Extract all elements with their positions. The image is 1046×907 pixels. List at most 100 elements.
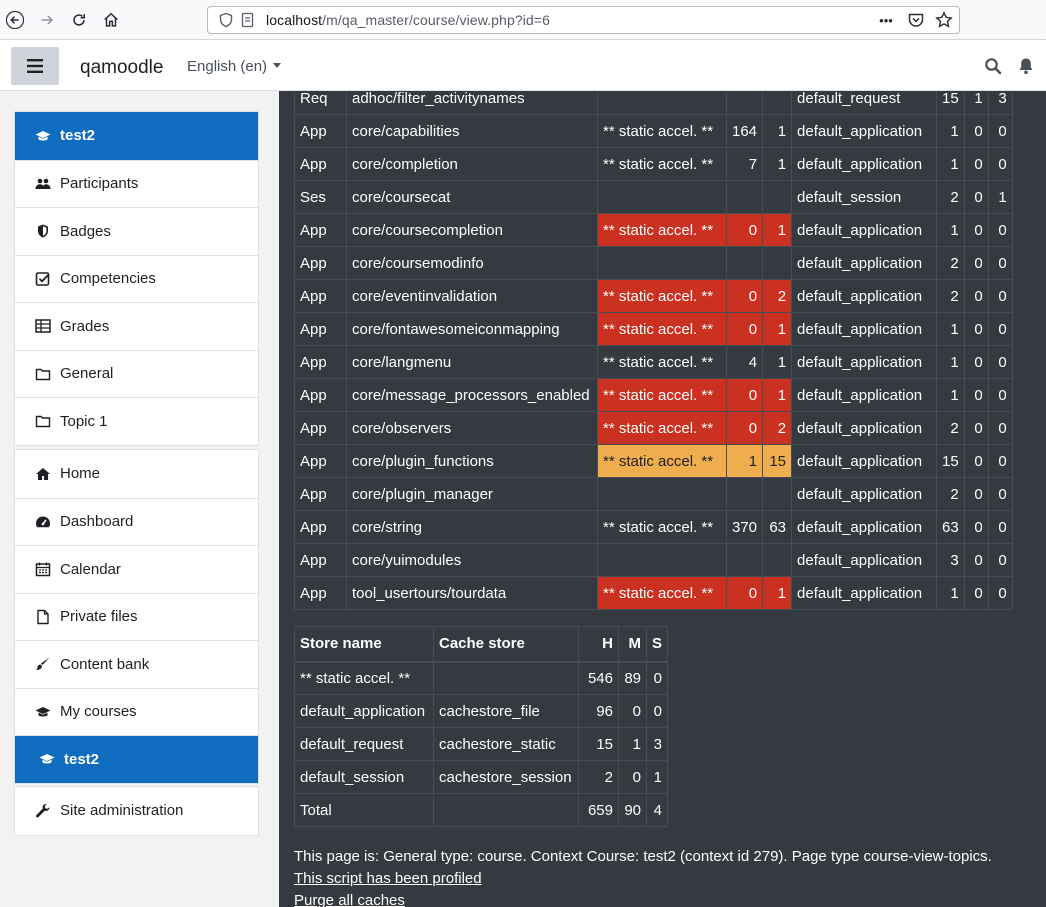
target-store-cell: default_request bbox=[791, 91, 938, 115]
store-misses-cell: 0 bbox=[963, 312, 989, 346]
bookmark-star-icon[interactable] bbox=[935, 11, 953, 29]
hits-cell bbox=[725, 543, 764, 577]
table-row: App core/completion ** static accel. ** 7 1 d… bbox=[294, 147, 1013, 181]
table-row: App core/message_processors_enabled ** sta… bbox=[294, 378, 1013, 412]
hits-cell: 164 bbox=[725, 114, 764, 148]
hits-cell: 546 bbox=[578, 661, 619, 695]
url-path: /m/qa_master/course/view.php?id=6 bbox=[322, 12, 550, 28]
folder-icon bbox=[35, 366, 51, 382]
sidebar-item-general[interactable]: General bbox=[15, 349, 258, 398]
hits-cell bbox=[725, 180, 764, 214]
sidebar-item-label: Participants bbox=[60, 175, 139, 193]
target-store-cell: default_application bbox=[791, 510, 938, 544]
sidebar-item-private-files[interactable]: Private files bbox=[15, 592, 258, 641]
store-cell: ** static accel. ** bbox=[597, 510, 727, 544]
table-icon bbox=[35, 318, 51, 334]
drawer-toggle-button[interactable] bbox=[11, 47, 59, 85]
hits-cell: 0 bbox=[725, 378, 764, 412]
sidebar-item-label: Private files bbox=[60, 608, 138, 626]
mode-cell: App bbox=[294, 345, 347, 379]
sidebar-item-label: Dashboard bbox=[60, 513, 134, 531]
sidebar-item-my-courses[interactable]: My courses bbox=[15, 687, 258, 736]
forward-arrow-icon bbox=[41, 15, 53, 25]
misses-cell: 90 bbox=[618, 793, 647, 827]
sidebar-item-site-administration[interactable]: Site administration bbox=[15, 787, 258, 835]
misses-cell: 0 bbox=[618, 694, 647, 728]
mode-cell: App bbox=[294, 378, 347, 412]
sidebar-item-participants[interactable]: Participants bbox=[15, 159, 258, 208]
folder-icon bbox=[35, 413, 51, 429]
definition-cell: tool_usertours/tourdata bbox=[346, 576, 598, 610]
definition-cell: core/eventinvalidation bbox=[346, 279, 598, 313]
store-hits-cell: 3 bbox=[936, 543, 965, 577]
forward-button[interactable] bbox=[33, 6, 61, 34]
purge-caches-link[interactable]: Purge all caches bbox=[294, 890, 992, 907]
main-content: Req adhoc/filter_activitynames default_req… bbox=[279, 91, 1046, 907]
cache-store-cell: cachestore_session bbox=[433, 760, 579, 794]
pocket-icon[interactable] bbox=[907, 11, 925, 29]
sidebar-item-grades[interactable]: Grades bbox=[15, 302, 258, 350]
table-row: Req adhoc/filter_activitynames default_req… bbox=[294, 91, 1013, 115]
misses-cell bbox=[762, 180, 793, 214]
mode-cell: App bbox=[294, 444, 347, 478]
language-label: English (en) bbox=[187, 58, 268, 75]
home-button[interactable] bbox=[97, 6, 125, 34]
hits-cell: 15 bbox=[578, 727, 619, 761]
target-store-cell: default_application bbox=[791, 444, 938, 478]
store-cell: ** static accel. ** bbox=[597, 114, 727, 148]
back-button[interactable] bbox=[1, 6, 29, 34]
target-store-cell: default_application bbox=[791, 576, 938, 610]
hits-cell bbox=[725, 91, 764, 115]
target-store-cell: default_application bbox=[791, 477, 938, 511]
column-header: Store name bbox=[294, 626, 434, 663]
address-bar[interactable]: localhost/m/qa_master/course/view.php?id… bbox=[207, 6, 960, 34]
mode-cell: App bbox=[294, 510, 347, 544]
profiled-link[interactable]: This script has been profiled bbox=[294, 868, 992, 890]
hits-cell: 4 bbox=[725, 345, 764, 379]
sidebar-item-home[interactable]: Home bbox=[15, 450, 258, 498]
hits-cell: 0 bbox=[725, 411, 764, 445]
store-name-cell: default_session bbox=[294, 760, 434, 794]
store-sets-cell: 0 bbox=[987, 147, 1013, 181]
store-cell bbox=[597, 180, 727, 214]
search-icon[interactable] bbox=[984, 57, 1002, 75]
page-info-icon[interactable] bbox=[240, 12, 256, 28]
shield-icon[interactable] bbox=[218, 12, 234, 28]
hits-cell: 1 bbox=[725, 444, 764, 478]
graduation-cap-icon bbox=[35, 704, 51, 720]
definition-cell: core/coursecat bbox=[346, 180, 598, 214]
sidebar-item-badges[interactable]: Badges bbox=[15, 207, 258, 255]
sidebar-item-topic-1[interactable]: Topic 1 bbox=[15, 397, 258, 445]
column-header: M bbox=[618, 626, 647, 663]
store-cell: ** static accel. ** bbox=[597, 576, 727, 610]
language-menu[interactable]: English (en) bbox=[187, 58, 282, 75]
store-hits-cell: 2 bbox=[936, 411, 965, 445]
table-row: ** static accel. ** 546 89 0 bbox=[294, 661, 669, 695]
store-misses-cell: 0 bbox=[963, 114, 989, 148]
store-hits-cell: 1 bbox=[936, 345, 965, 379]
store-cell: ** static accel. ** bbox=[597, 213, 727, 247]
definition-cell: core/observers bbox=[346, 411, 598, 445]
store-hits-cell: 1 bbox=[936, 213, 965, 247]
notification-bell-icon[interactable] bbox=[1017, 57, 1035, 75]
site-brand[interactable]: qamoodle bbox=[80, 57, 163, 79]
table-row: App core/coursemodinfo default_application… bbox=[294, 246, 1013, 280]
url-actions: ••• bbox=[875, 11, 953, 29]
store-hits-cell: 1 bbox=[936, 312, 965, 346]
sidebar-item-course-test2[interactable]: test2 bbox=[15, 112, 258, 160]
more-icon[interactable]: ••• bbox=[875, 11, 897, 29]
sidebar-item-my-course-test2[interactable]: test2 bbox=[15, 735, 258, 783]
sidebar-item-calendar[interactable]: Calendar bbox=[15, 545, 258, 593]
store-name-cell: default_application bbox=[294, 694, 434, 728]
mode-cell: App bbox=[294, 213, 347, 247]
hits-cell: 96 bbox=[578, 694, 619, 728]
sidebar-item-dashboard[interactable]: Dashboard bbox=[15, 497, 258, 546]
sidebar-item-content-bank[interactable]: Content bank bbox=[15, 640, 258, 688]
store-misses-cell: 0 bbox=[963, 543, 989, 577]
sidebar-item-competencies[interactable]: Competencies bbox=[15, 254, 258, 303]
mode-cell: App bbox=[294, 411, 347, 445]
table-row: App core/fontawesomeiconmapping ** static … bbox=[294, 312, 1013, 346]
definition-cell: core/capabilities bbox=[346, 114, 598, 148]
store-name-cell: Total bbox=[294, 793, 434, 827]
reload-button[interactable] bbox=[65, 6, 93, 34]
